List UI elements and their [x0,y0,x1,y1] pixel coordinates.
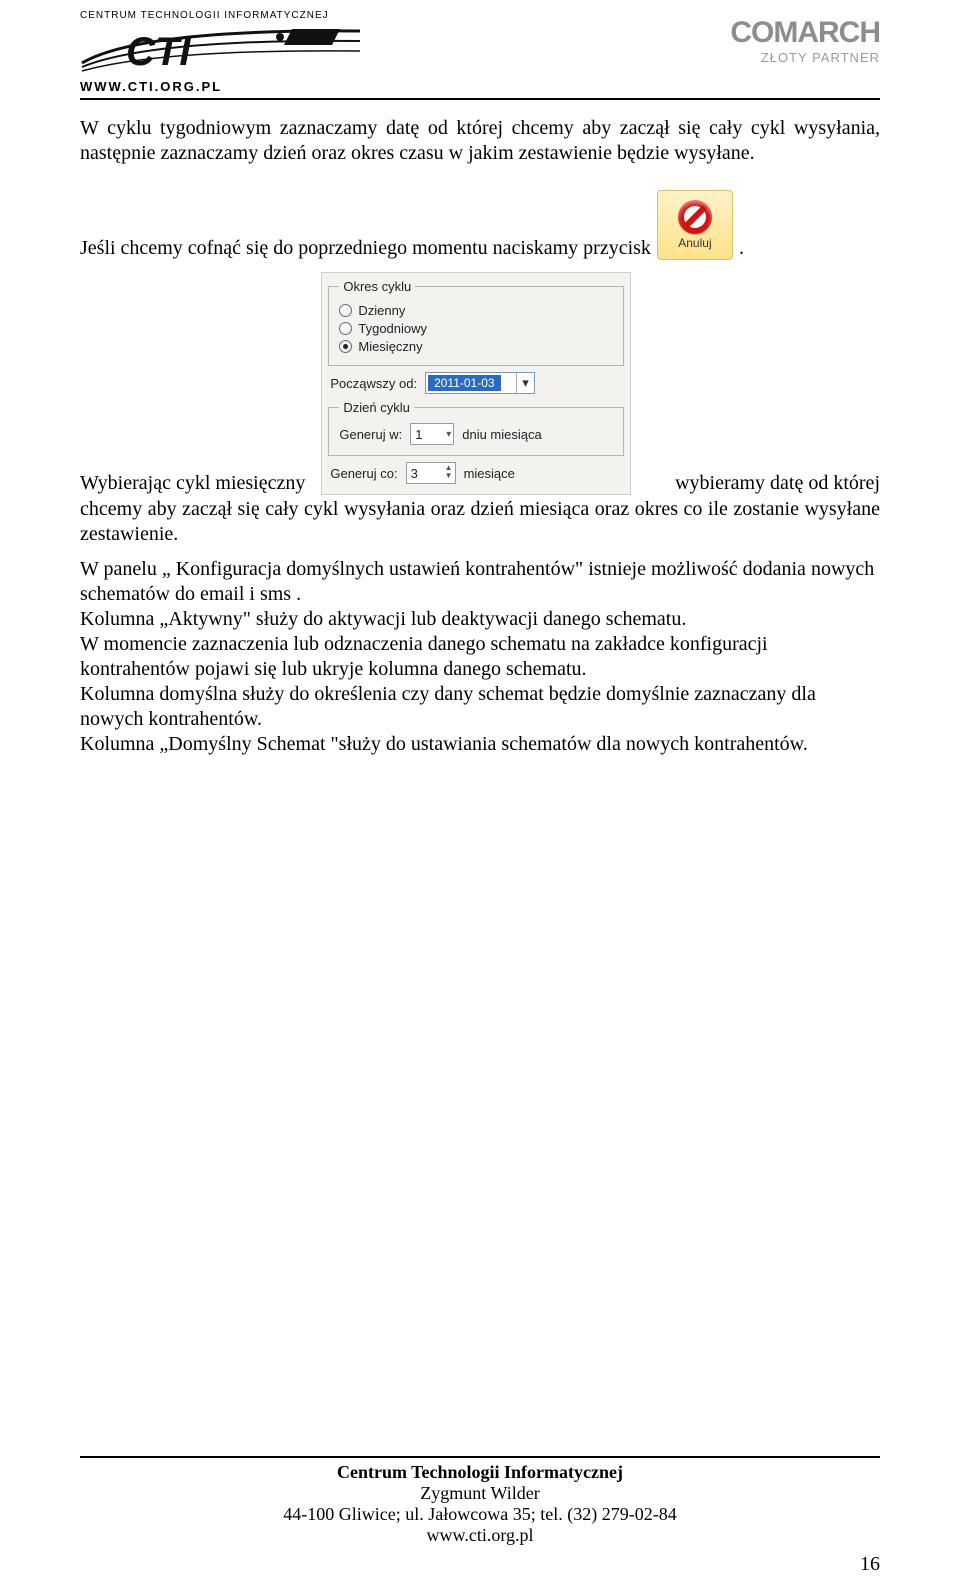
cti-topline: CENTRUM TECHNOLOGII INFORMATYCZNEJ [80,10,360,21]
dzien-legend: Dzień cyklu [339,400,413,415]
dzien-cyklu-group: Dzień cyklu Generuj w: 1 ▾ dniu miesiąca [328,400,624,456]
paragraph-4: W panelu „ Konfiguracja domyślnych ustaw… [80,557,880,757]
radio-label: Tygodniowy [358,321,427,336]
cti-sweep-icon: CTI [80,23,360,77]
radio-tygodniowy[interactable]: Tygodniowy [339,321,613,336]
svg-text:CTI: CTI [126,30,191,74]
cti-logo: CENTRUM TECHNOLOGII INFORMATYCZNEJ CTI W… [80,10,360,94]
page-footer: Centrum Technologii Informatycznej Zygmu… [80,1456,880,1546]
cancel-icon [678,200,712,234]
miesiace-label: miesiące [464,466,515,481]
chevron-down-icon: ▾ [446,429,451,440]
paragraph-2-suffix: . [739,237,744,260]
radio-icon [339,322,352,335]
page-header: CENTRUM TECHNOLOGII INFORMATYCZNEJ CTI W… [80,10,880,94]
anuluj-label: Anuluj [678,236,711,250]
generuj-co-label: Generuj co: [330,466,397,481]
radio-dzienny[interactable]: Dzienny [339,303,613,318]
footer-line4: www.cti.org.pl [80,1525,880,1546]
cti-url: WWW.CTI.ORG.PL [80,79,360,94]
anuluj-button[interactable]: Anuluj [657,190,733,260]
comarch-name: COMARCH [730,16,880,50]
comarch-partner: ZŁOTY PARTNER [730,50,880,65]
generuj-co-value: 3 [411,466,418,481]
comarch-logo: COMARCH ZŁOTY PARTNER [730,10,880,65]
footer-line3: 44-100 Gliwice; ul. Jałowcowa 35; tel. (… [80,1504,880,1525]
para3-left: Wybierając cykl miesięczny [80,472,305,495]
radio-label: Dzienny [358,303,405,318]
generuj-w-label: Generuj w: [339,427,402,442]
okres-cyklu-group: Okres cyklu Dzienny Tygodniowy Miesięczn… [328,279,624,366]
paragraph-2-prefix: Jeśli chcemy cofnąć się do poprzedniego … [80,237,651,260]
poczawszy-row: Począwszy od: 2011-01-03 ▾ [330,372,622,394]
date-value: 2011-01-03 [428,375,501,391]
footer-line1: Centrum Technologii Informatycznej [80,1462,880,1483]
radio-icon [339,340,352,353]
paragraph-2: Jeśli chcemy cofnąć się do poprzedniego … [80,190,880,260]
paragraph-3-line1: Wybierając cykl miesięczny Okres cyklu D… [80,272,880,495]
radio-miesieczny[interactable]: Miesięczny [339,339,613,354]
dniu-miesiaca-label: dniu miesiąca [462,427,542,442]
page-number: 16 [860,1553,880,1576]
cycle-panel: Okres cyklu Dzienny Tygodniowy Miesięczn… [321,272,631,495]
okres-legend: Okres cyklu [339,279,415,294]
generuj-w-value: 1 [415,427,422,442]
generuj-co-row: Generuj co: 3 ▲▼ miesiące [330,462,622,484]
poczawszy-label: Począwszy od: [330,376,417,391]
radio-label: Miesięczny [358,339,422,354]
radio-icon [339,304,352,317]
chevron-down-icon: ▾ [516,373,534,393]
footer-line2: Zygmunt Wilder [80,1483,880,1504]
para3-right: wybieramy datę od której [647,472,880,495]
header-rule [80,98,880,100]
spinner-icon: ▲▼ [445,464,453,480]
paragraph-1: W cyklu tygodniowym zaznaczamy datę od k… [80,116,880,166]
paragraph-3-cont: chcemy aby zaczął się cały cykl wysyłani… [80,497,880,547]
generuj-w-input[interactable]: 1 ▾ [410,423,454,445]
generuj-co-input[interactable]: 3 ▲▼ [406,462,456,484]
date-input[interactable]: 2011-01-03 ▾ [425,372,535,394]
